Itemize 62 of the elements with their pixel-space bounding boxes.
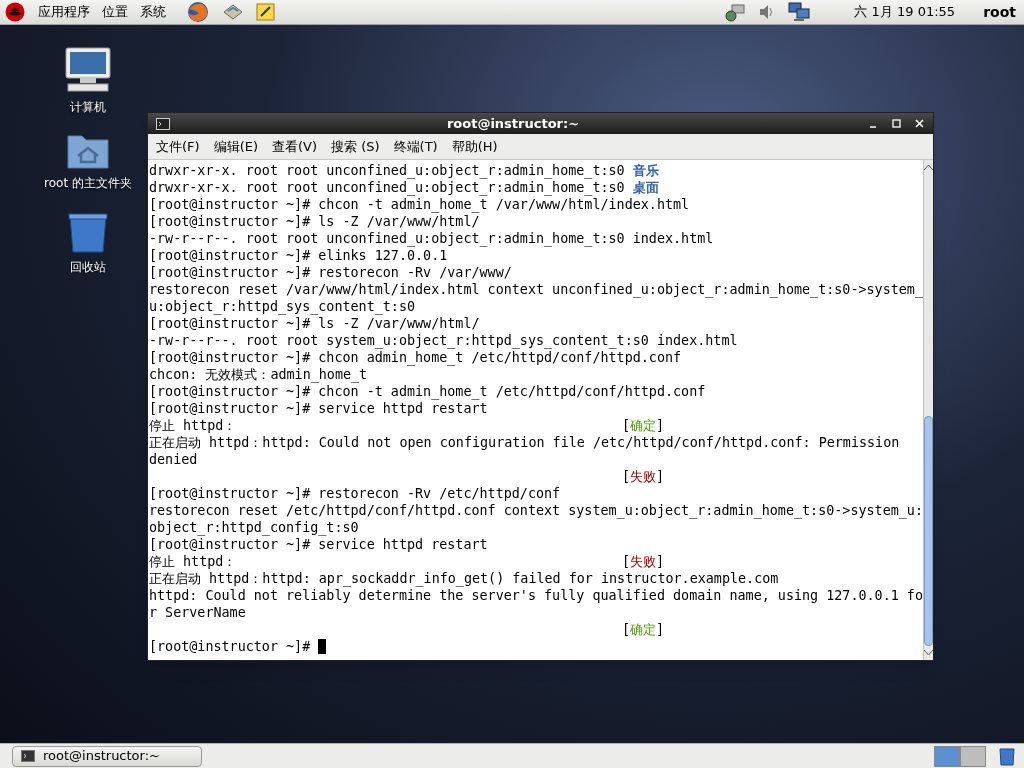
panel-menu[interactable]: 系统 — [140, 2, 166, 22]
terminal-line: [root@instructor ~]# chcon -t admin_home_t /etc/httpd/conf/httpd.conf — [149, 383, 706, 400]
terminal-line: [root@instructor ~]# restorecon -Rv /var/www/ — [149, 264, 512, 281]
terminal-line: denied — [149, 451, 198, 468]
status-label: [失败] — [622, 468, 665, 485]
trash-icon[interactable] — [998, 746, 1016, 766]
terminal-line: object_r:httpd_config_t:s0 — [149, 519, 359, 536]
menu-item[interactable]: 搜索 (S) — [331, 136, 380, 157]
notepad-pencil-icon[interactable] — [256, 2, 276, 22]
terminal-line: httpd: Could not reliably determine the server's fully qualified domain name, using 127.0.0.1 fo — [149, 587, 923, 604]
terminal-line: [root@instructor ~]# ls -Z /var/www/html/ — [149, 315, 480, 332]
menu-item[interactable]: 编辑(E) — [213, 136, 258, 157]
network-status-icon[interactable] — [724, 2, 747, 22]
terminal-line: [root@instructor ~]# chcon -t admin_home_t /var/www/html/index.html — [149, 196, 690, 213]
terminal-icon — [21, 750, 35, 762]
terminal-line: [root@instructor ~]# restorecon -Rv /etc/httpd/conf — [149, 485, 561, 502]
status-label: [失败] — [622, 553, 665, 570]
terminal-line: drwxr-xr-x. root root unconfined_u:object_r:admin_home_t:s0 桌面 — [149, 179, 659, 196]
terminal-line: drwxr-xr-x. root root unconfined_u:object_r:admin_home_t:s0 音乐 — [149, 162, 659, 179]
terminal-icon — [156, 117, 170, 130]
taskbar-button[interactable]: root@instructor:~ — [12, 745, 202, 767]
terminal-line: [root@instructor ~]# — [149, 638, 312, 655]
maximize-icon[interactable] — [891, 118, 902, 129]
terminal-line: r ServerName — [149, 604, 246, 621]
window-title: root@instructor:~ — [445, 114, 581, 133]
scrollbar[interactable] — [922, 160, 933, 660]
terminal-line: u:object_r:httpd_sys_content_t:s0 — [149, 298, 416, 315]
terminal-line: [root@instructor ~]# service httpd restart — [149, 536, 488, 553]
terminal-line: 停止 httpd： — [149, 417, 238, 434]
computer-icon[interactable] — [64, 46, 112, 94]
desktop-icon-label[interactable]: 计算机 — [70, 98, 106, 116]
computer-network-icon[interactable] — [788, 2, 811, 22]
terminal-line: [root@instructor ~]# ls -Z /var/www/html/ — [149, 213, 480, 230]
trash-icon[interactable] — [66, 210, 110, 254]
user-name[interactable]: root — [983, 1, 1016, 23]
close-icon[interactable] — [914, 118, 925, 129]
menu-item[interactable]: 查看(V) — [272, 136, 318, 157]
menu-item[interactable]: 终端(T) — [393, 136, 438, 157]
terminal-line: -rw-r--r--. root root system_u:object_r:httpd_sys_content_t:s0 index.html — [149, 332, 738, 349]
terminal-line: 正在启动 httpd：httpd: Could not open configuration file /etc/httpd/conf/httpd.conf: Permission — [149, 434, 900, 451]
hat-logo-icon[interactable] — [4, 2, 26, 22]
terminal-line: 停止 httpd： — [149, 553, 238, 570]
terminal-line: [root@instructor ~]# elinks 127.0.0.1 — [149, 247, 448, 264]
terminal-line: [root@instructor ~]# chcon admin_home_t /etc/httpd/conf/httpd.conf — [149, 349, 682, 366]
workspace-cell[interactable] — [934, 745, 960, 767]
terminal-line: -rw-r--r--. root root unconfined_u:object_r:admin_home_t:s0 index.html — [149, 230, 714, 247]
terminal-line: restorecon reset /var/www/html/index.html context unconfined_u:object_r:admin_home_t:s0->system_ — [149, 281, 923, 298]
menu-item[interactable]: 帮助(H) — [451, 136, 498, 157]
terminal-line: [root@instructor ~]# service httpd restart — [149, 400, 488, 417]
terminal-line: chcon: 无效模式：admin_home_t — [149, 366, 368, 383]
panel-menu[interactable]: 应用程序 — [38, 2, 90, 22]
clock-text[interactable]: 六 1月 19 01:55 — [854, 2, 956, 22]
desktop-icon-label[interactable]: root 的主文件夹 — [44, 174, 132, 192]
panel-menu[interactable]: 位置 — [102, 2, 128, 22]
desktop-icon-label[interactable]: 回收站 — [70, 258, 106, 276]
workspace-cell[interactable] — [960, 745, 986, 767]
terminal-line: 正在启动 httpd：httpd: apr_sockaddr_info_get() failed for instructor.example.com — [149, 570, 779, 587]
status-label: [确定] — [622, 621, 665, 638]
terminal-line: restorecon reset /etc/httpd/conf/httpd.conf context system_u:object_r:admin_home_t:s0->system_u: — [149, 502, 923, 519]
browser-globe-icon[interactable] — [186, 1, 210, 23]
menu-item[interactable]: 文件(F) — [156, 136, 200, 157]
status-label: [确定] — [622, 417, 665, 434]
